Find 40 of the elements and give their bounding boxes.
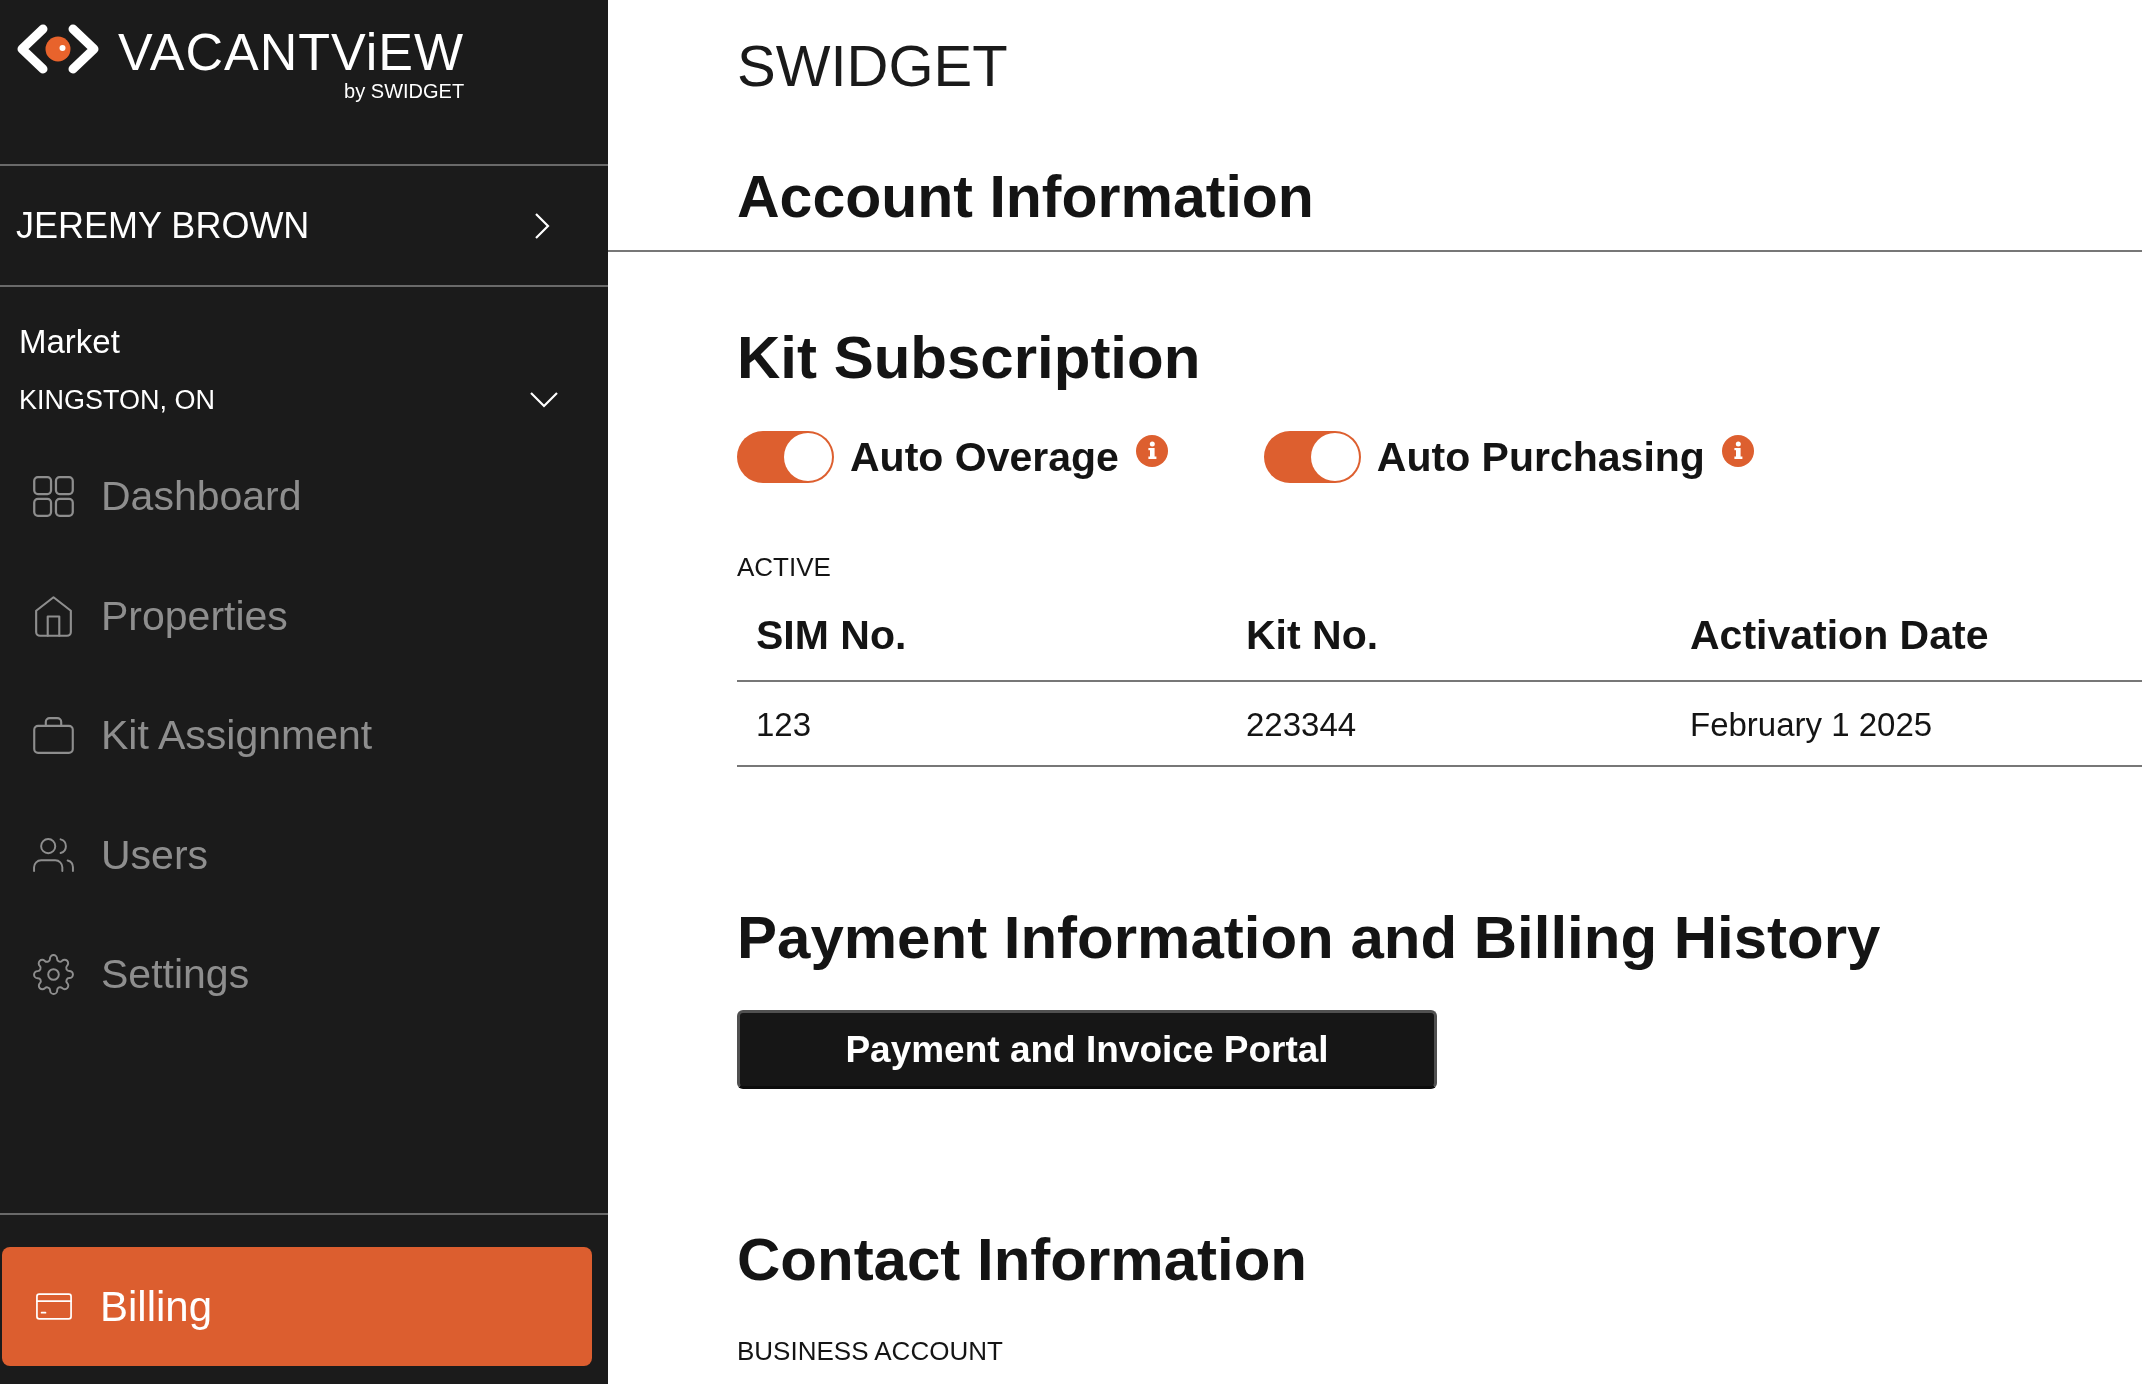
status-label: ACTIVE bbox=[737, 552, 831, 583]
payment-portal-button[interactable]: Payment and Invoice Portal bbox=[737, 1010, 1437, 1089]
table-cell-text: 223344 bbox=[1245, 705, 1358, 745]
nav-item[interactable]: Dashboard bbox=[0, 437, 608, 557]
logo-icon bbox=[17, 24, 99, 74]
toggle-switch[interactable] bbox=[1263, 431, 1361, 483]
market-dropdown[interactable]: KINGSTON, ON bbox=[19, 384, 559, 416]
nav-item[interactable]: Settings bbox=[0, 915, 608, 1035]
user-menu-button[interactable]: JEREMY BROWN bbox=[0, 166, 608, 285]
table-cell-text: 123 bbox=[755, 705, 813, 745]
briefcase-icon bbox=[33, 717, 74, 755]
table-cell-text: February 1 2025 bbox=[1689, 705, 1934, 745]
info-icon[interactable] bbox=[1721, 435, 1754, 467]
chevron-down-icon bbox=[529, 391, 559, 409]
nav-item[interactable]: Billing bbox=[2, 1247, 592, 1366]
column-header: Activation Date bbox=[1689, 611, 1990, 660]
logo-byline: by SWIDGET bbox=[344, 81, 465, 101]
users-icon bbox=[33, 838, 74, 873]
gear-icon bbox=[33, 954, 74, 996]
credit-card-icon bbox=[36, 1293, 72, 1320]
toggle-label: Auto Overage bbox=[850, 433, 1119, 482]
account-type-label: BUSINESS ACCOUNT bbox=[737, 1336, 1003, 1367]
logo-wordmark: VACANTViEW bbox=[118, 26, 465, 78]
section-title: Contact Information bbox=[737, 1225, 1307, 1295]
toggle-label: Auto Purchasing bbox=[1376, 433, 1705, 482]
market-label: Market bbox=[19, 322, 121, 362]
company-name: SWIDGET bbox=[737, 32, 1009, 100]
house-icon bbox=[35, 595, 72, 637]
nav-item[interactable]: Properties bbox=[0, 556, 608, 676]
grid-icon bbox=[33, 476, 74, 518]
column-header: Kit No. bbox=[1245, 611, 1380, 660]
section-title: Payment Information and Billing History bbox=[737, 903, 1881, 973]
nav-item[interactable]: Kit Assignment bbox=[0, 676, 608, 796]
toggle-switch[interactable] bbox=[737, 431, 834, 483]
nav-item[interactable]: Users bbox=[0, 795, 608, 915]
column-header: SIM No. bbox=[755, 611, 908, 660]
chevron-right-icon bbox=[534, 211, 550, 240]
info-icon[interactable] bbox=[1135, 435, 1168, 467]
section-title: Kit Subscription bbox=[737, 323, 1201, 393]
page-title: Account Information bbox=[737, 163, 1315, 232]
